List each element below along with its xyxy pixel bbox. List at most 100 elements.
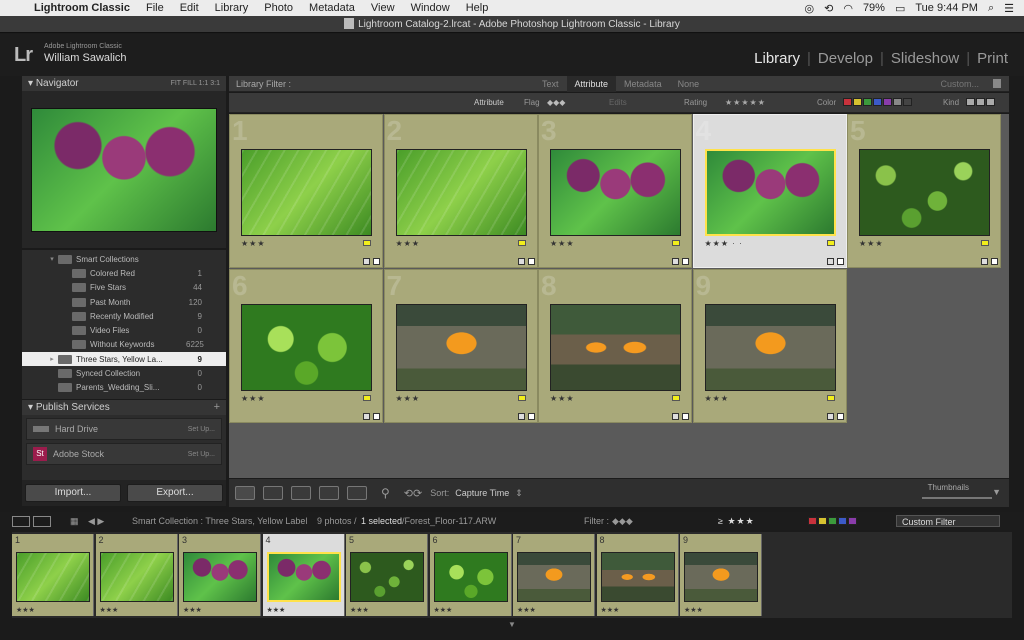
edit-badge-icon[interactable] bbox=[527, 413, 535, 420]
selected-file[interactable]: /Forest_Floor-117.ARW bbox=[402, 512, 496, 530]
survey-view-icon[interactable] bbox=[319, 486, 339, 500]
lock-icon[interactable] bbox=[993, 79, 1001, 88]
menu-file[interactable]: File bbox=[138, 2, 172, 14]
collection-item[interactable]: Parents_Wedding_Sli... 0 bbox=[22, 381, 226, 395]
grid-cell[interactable]: 6 ★★★ bbox=[229, 269, 383, 423]
clock[interactable]: Tue 9:44 PM bbox=[915, 2, 978, 14]
screen-1-icon[interactable] bbox=[12, 512, 51, 530]
compare-view-icon[interactable] bbox=[291, 486, 311, 500]
edit-badge-icon[interactable] bbox=[991, 258, 998, 265]
grid-cell[interactable]: 7 ★★★ bbox=[383, 269, 538, 423]
wifi-icon[interactable]: ◠ bbox=[843, 2, 853, 15]
kind-filter-icons[interactable] bbox=[966, 93, 996, 113]
grid-cell[interactable]: 4 ★★★ · · bbox=[692, 114, 847, 268]
star-rating[interactable]: ★★★ bbox=[241, 394, 266, 403]
menu-edit[interactable]: Edit bbox=[172, 2, 207, 14]
edit-badge-icon[interactable] bbox=[373, 258, 380, 265]
filmstrip-thumbnail[interactable] bbox=[517, 552, 591, 602]
photo-thumbnail[interactable] bbox=[395, 304, 527, 391]
filter-tab-none[interactable]: None bbox=[670, 76, 708, 92]
filter-tab-text[interactable]: Text bbox=[534, 76, 567, 92]
photo-thumbnail[interactable] bbox=[704, 304, 836, 391]
collection-item[interactable]: Past Month 120 bbox=[22, 295, 226, 309]
edit-badge-icon[interactable] bbox=[527, 258, 535, 265]
menu-window[interactable]: Window bbox=[403, 2, 458, 14]
notification-icon[interactable]: ☰ bbox=[1004, 2, 1014, 15]
keyword-badge-icon[interactable] bbox=[517, 413, 525, 420]
loupe-view-icon[interactable] bbox=[263, 486, 283, 500]
flag-filter-icon[interactable]: ◆◆◆ bbox=[547, 93, 565, 113]
keyword-badge-icon[interactable] bbox=[672, 413, 679, 420]
star-rating[interactable]: ★★★ bbox=[705, 394, 730, 403]
people-view-icon[interactable] bbox=[347, 486, 367, 500]
filmstrip-thumbnail[interactable] bbox=[600, 552, 675, 602]
navigator-image[interactable] bbox=[31, 107, 217, 232]
collection-item[interactable]: ▸ Three Stars, Yellow La... 9 bbox=[22, 352, 226, 367]
add-service-icon[interactable]: + bbox=[214, 400, 220, 415]
keyword-badge-icon[interactable] bbox=[826, 413, 834, 420]
setup-button[interactable]: Set Up... bbox=[188, 451, 215, 458]
filmstrip-thumbnail[interactable] bbox=[350, 552, 424, 602]
collection-item[interactable]: Colored Red 1 bbox=[22, 266, 226, 280]
photo-thumbnail[interactable] bbox=[859, 149, 990, 236]
filmstrip-cell[interactable]: 8 ★★★ bbox=[596, 534, 679, 616]
filmstrip-cell[interactable]: 4 ★★★ bbox=[262, 534, 345, 616]
keyword-badge-icon[interactable] bbox=[363, 258, 370, 265]
rating-filter-stars[interactable]: ★★★★★ bbox=[725, 93, 766, 113]
grid-cell[interactable]: 5 ★★★ bbox=[847, 114, 1001, 268]
star-rating[interactable]: ★★★ bbox=[396, 239, 421, 248]
filmstrip-rating-filter[interactable]: ≥ ★★★ bbox=[718, 512, 755, 530]
star-rating[interactable]: ★★★ · · bbox=[705, 239, 743, 248]
sort-select[interactable]: Capture Time bbox=[455, 488, 509, 498]
filmstrip-cell[interactable]: 3 ★★★ bbox=[179, 534, 261, 616]
filter-tab-metadata[interactable]: Metadata bbox=[616, 76, 670, 92]
module-slideshow[interactable]: Slideshow bbox=[891, 50, 959, 67]
grid-cell[interactable]: 9 ★★★ bbox=[692, 269, 847, 423]
rotate-icon[interactable]: ⟲⟳ bbox=[404, 487, 422, 500]
module-print[interactable]: Print bbox=[977, 50, 1008, 67]
collection-item[interactable]: Synced Collection 0 bbox=[22, 366, 226, 380]
filmstrip-cell[interactable]: 7 ★★★ bbox=[513, 534, 595, 616]
filmstrip-thumbnail[interactable] bbox=[684, 552, 758, 602]
photo-thumbnail[interactable] bbox=[241, 149, 372, 236]
grid-cell[interactable]: 1 ★★★ bbox=[229, 114, 383, 268]
filter-tab-attribute[interactable]: Attribute bbox=[566, 76, 617, 92]
menu-metadata[interactable]: Metadata bbox=[301, 2, 363, 14]
photo-thumbnail[interactable] bbox=[704, 149, 836, 236]
edit-badge-icon[interactable] bbox=[682, 413, 689, 420]
grid-cell[interactable]: 3 ★★★ bbox=[538, 114, 692, 268]
photo-thumbnail[interactable] bbox=[550, 149, 681, 236]
keyword-badge-icon[interactable] bbox=[363, 413, 370, 420]
filmstrip-thumbnail[interactable] bbox=[16, 552, 90, 602]
filmstrip-flag-icon[interactable]: ◆◆◆ bbox=[612, 512, 633, 530]
color-swatches[interactable] bbox=[843, 93, 913, 113]
collection-item[interactable]: Video Files 0 bbox=[22, 323, 226, 337]
filmstrip-color-swatches[interactable] bbox=[808, 512, 858, 530]
photo-thumbnail[interactable] bbox=[550, 304, 681, 391]
grid-cell[interactable]: 8 ★★★ bbox=[538, 269, 692, 423]
bottom-panel-toggle[interactable]: ▼ bbox=[0, 620, 1024, 640]
collection-item[interactable]: Without Keywords 6225 bbox=[22, 338, 226, 352]
photo-thumbnail[interactable] bbox=[395, 149, 527, 236]
painter-icon[interactable]: ⚲ bbox=[381, 486, 390, 500]
creative-cloud-icon[interactable]: ◎ bbox=[805, 2, 815, 15]
menu-photo[interactable]: Photo bbox=[256, 2, 301, 14]
star-rating[interactable]: ★★★ bbox=[396, 394, 421, 403]
filmstrip-cell[interactable]: 1 ★★★ bbox=[12, 534, 94, 616]
menu-library[interactable]: Library bbox=[207, 2, 257, 14]
module-library[interactable]: Library bbox=[754, 50, 800, 67]
edit-badge-icon[interactable] bbox=[836, 413, 844, 420]
filmstrip-thumbnail[interactable] bbox=[99, 552, 174, 602]
menu-view[interactable]: View bbox=[363, 2, 403, 14]
filmstrip-source[interactable]: Smart Collection : Three Stars, Yellow L… bbox=[132, 512, 307, 530]
publish-adobe-stock[interactable]: St Adobe Stock Set Up... bbox=[26, 443, 222, 465]
filmstrip-cell[interactable]: 5 ★★★ bbox=[346, 534, 428, 616]
navigator-preview[interactable] bbox=[22, 91, 226, 249]
import-button[interactable]: Import... bbox=[25, 484, 121, 502]
edit-badge-icon[interactable] bbox=[682, 258, 689, 265]
setup-button[interactable]: Set Up... bbox=[188, 426, 215, 433]
thumbnail-size-slider[interactable]: Thumbnails bbox=[921, 483, 992, 499]
navigator-zoom-options[interactable]: FIT FILL 1:1 3:1 bbox=[171, 76, 220, 91]
star-rating[interactable]: ★★★ bbox=[550, 239, 575, 248]
disclosure-triangle-icon[interactable]: ▸ bbox=[46, 355, 58, 363]
